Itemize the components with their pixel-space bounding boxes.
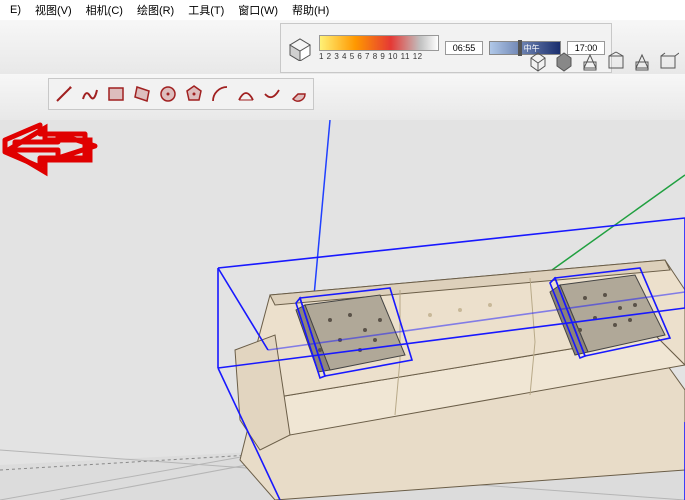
pencil-tool[interactable] bbox=[53, 83, 75, 105]
time-slider-handle[interactable] bbox=[518, 40, 522, 56]
view-top-icon[interactable] bbox=[553, 50, 575, 72]
menu-bar: E) 视图(V) 相机(C) 绘图(R) 工具(T) 窗口(W) 帮助(H) bbox=[0, 0, 685, 21]
toolbar-shadows: 1 2 3 4 5 6 7 8 9 10 11 12 06:55 中午 17:0… bbox=[0, 20, 685, 75]
menu-camera[interactable]: 相机(C) bbox=[80, 0, 129, 20]
arc-3pt-tool[interactable] bbox=[261, 83, 283, 105]
polygon-tool[interactable] bbox=[183, 83, 205, 105]
view-back-icon[interactable] bbox=[631, 50, 653, 72]
pie-tool[interactable] bbox=[287, 83, 309, 105]
menu-window[interactable]: 窗口(W) bbox=[232, 0, 284, 20]
draw-tools bbox=[48, 78, 314, 110]
arc-2pt-tool[interactable] bbox=[235, 83, 257, 105]
freehand-tool[interactable] bbox=[79, 83, 101, 105]
menu-tools[interactable]: 工具(T) bbox=[182, 0, 230, 20]
rectangle-tool[interactable] bbox=[105, 83, 127, 105]
view-right-icon[interactable] bbox=[605, 50, 627, 72]
3d-viewport[interactable] bbox=[0, 120, 685, 500]
menu-help[interactable]: 帮助(H) bbox=[286, 0, 335, 20]
view-front-icon[interactable] bbox=[579, 50, 601, 72]
month-gradient[interactable]: 1 2 3 4 5 6 7 8 9 10 11 12 bbox=[319, 35, 439, 61]
month-labels: 1 2 3 4 5 6 7 8 9 10 11 12 bbox=[319, 52, 439, 61]
time-start[interactable]: 06:55 bbox=[445, 41, 483, 55]
menu-view[interactable]: 视图(V) bbox=[29, 0, 78, 20]
view-left-icon[interactable] bbox=[657, 50, 679, 72]
model-views-tray bbox=[527, 50, 679, 72]
menu-draw[interactable]: 绘图(R) bbox=[131, 0, 180, 20]
toolbar-draw bbox=[0, 74, 685, 121]
circle-tool[interactable] bbox=[157, 83, 179, 105]
menu-file-tail[interactable]: E) bbox=[4, 2, 27, 18]
arc-tool[interactable] bbox=[209, 83, 231, 105]
view-iso-icon[interactable] bbox=[527, 50, 549, 72]
shadow-toggle-icon[interactable] bbox=[287, 35, 313, 61]
rotated-rect-tool[interactable] bbox=[131, 83, 153, 105]
annotation-arrow bbox=[0, 120, 100, 190]
